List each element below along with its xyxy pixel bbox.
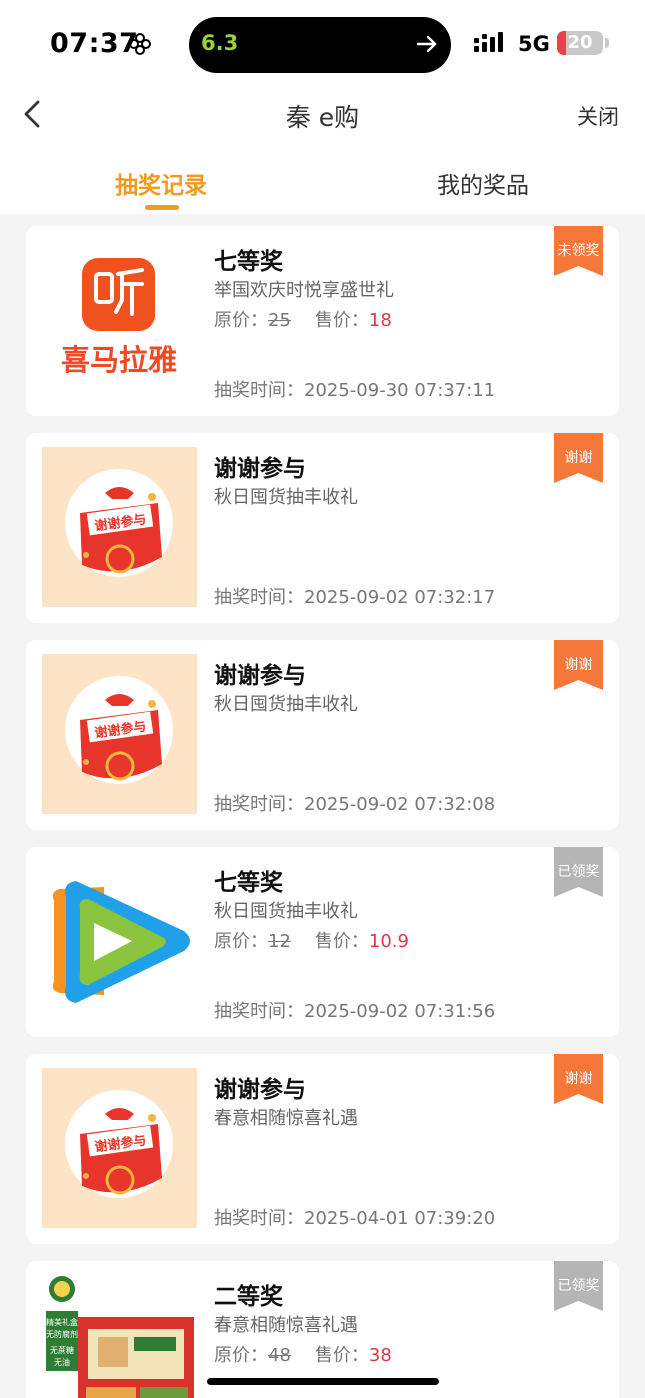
network-type: 5G (518, 32, 550, 56)
thanks-participation-image: 谢谢参与 (42, 1068, 197, 1228)
record-card[interactable]: 谢谢参与 谢谢参与 春意相随惊喜礼遇 抽奖时间：2025-04-01 07:39… (26, 1054, 619, 1244)
prize-name: 谢谢参与 (214, 456, 306, 482)
battery-percent: 20 (567, 32, 593, 53)
ximalaya-logo: 喜马拉雅 (61, 258, 177, 377)
page-title: 秦 e购 (285, 103, 360, 132)
activity-name: 春意相随惊喜礼遇 (214, 1108, 358, 1129)
tab-bar: 抽奖记录 我的奖品 (0, 144, 645, 214)
draw-time-label: 抽奖时间： (214, 380, 304, 401)
prize-name: 谢谢参与 (214, 1077, 306, 1103)
status-badge: 已领奖 (554, 1261, 603, 1311)
status-badge: 已领奖 (554, 847, 603, 897)
arrow-right-icon (416, 35, 437, 53)
battery-icon: 20 (557, 31, 603, 55)
draw-time-label: 抽奖时间： (214, 1001, 304, 1022)
price-row: 原价：48 售价：38 (214, 1341, 392, 1367)
activity-name: 秋日囤货抽丰收礼 (214, 901, 358, 922)
island-text: 6.3 (201, 31, 239, 55)
orig-price-label: 原价： (214, 1345, 268, 1366)
tab-active-indicator (145, 205, 179, 210)
draw-time: 抽奖时间：2025-09-30 07:37:11 (214, 376, 495, 402)
draw-time: 抽奖时间：2025-09-02 07:31:56 (214, 997, 495, 1023)
flower-icon (129, 33, 151, 55)
prize-name: 二等奖 (214, 1284, 283, 1310)
orig-price-label: 原价： (214, 931, 268, 952)
box-text-3: 无蔗糖 (50, 1345, 74, 1355)
thanks-participation-image: 谢谢参与 (42, 654, 197, 814)
tab-my-prizes[interactable]: 我的奖品 (403, 166, 563, 200)
record-card[interactable]: 喜马拉雅 七等奖 举国欢庆时悦享盛世礼 原价：25 售价：18 抽奖时间：2025… (26, 226, 619, 416)
sale-price: 18 (368, 310, 392, 331)
dynamic-island[interactable]: 6.3 (189, 17, 451, 73)
sale-price: 10.9 (368, 931, 409, 952)
draw-time-value: 2025-09-02 07:31:56 (304, 1001, 496, 1022)
battery-cap (605, 38, 609, 48)
sale-price-label: 售价： (314, 931, 369, 952)
activity-name: 秋日囤货抽丰收礼 (214, 694, 358, 715)
record-card[interactable]: 谢谢参与 谢谢参与 秋日囤货抽丰收礼 抽奖时间：2025-09-02 07:32… (26, 433, 619, 623)
draw-time: 抽奖时间：2025-09-02 07:32:17 (214, 583, 495, 609)
draw-time-value: 2025-09-02 07:32:17 (304, 587, 496, 608)
orig-price-label: 原价： (214, 310, 268, 331)
activity-name: 春意相随惊喜礼遇 (214, 1315, 358, 1336)
draw-time-value: 2025-04-01 07:39:20 (304, 1208, 496, 1229)
prize-name: 七等奖 (214, 870, 283, 896)
draw-time-label: 抽奖时间： (214, 794, 304, 815)
tab-draw-records[interactable]: 抽奖记录 (81, 166, 241, 200)
status-time: 07:37 (50, 28, 139, 59)
status-badge: 谢谢 (554, 433, 603, 483)
prize-name: 谢谢参与 (214, 663, 306, 689)
home-indicator[interactable] (207, 1378, 439, 1385)
draw-time-value: 2025-09-30 07:37:11 (304, 380, 496, 401)
record-list[interactable]: 喜马拉雅 七等奖 举国欢庆时悦享盛世礼 原价：25 售价：18 抽奖时间：2025… (0, 214, 645, 1398)
box-text-2: 无防腐剂 (46, 1329, 78, 1339)
nav-bar: 秦 e购 关闭 (0, 86, 645, 144)
sale-price-label: 售价： (314, 1345, 369, 1366)
sale-price: 38 (368, 1345, 392, 1366)
status-bar: 07:37 6.3 5G 20 (0, 0, 645, 86)
status-badge: 谢谢 (554, 640, 603, 690)
activity-name: 秋日囤货抽丰收礼 (214, 487, 358, 508)
prize-name: 七等奖 (214, 249, 283, 275)
original-price: 48 (268, 1345, 291, 1366)
draw-time: 抽奖时间：2025-04-01 07:39:20 (214, 1204, 495, 1230)
status-badge: 未领奖 (554, 226, 603, 276)
draw-time: 抽奖时间：2025-09-02 07:32:08 (214, 790, 495, 816)
tencent-video-logo (52, 881, 190, 1003)
record-card[interactable]: 谢谢参与 谢谢参与 秋日囤货抽丰收礼 抽奖时间：2025-09-02 07:32… (26, 640, 619, 830)
status-badge: 谢谢 (554, 1054, 603, 1104)
thanks-participation-image: 谢谢参与 (42, 447, 197, 607)
price-row: 原价：25 售价：18 (214, 306, 392, 332)
draw-time-label: 抽奖时间： (214, 587, 304, 608)
close-button[interactable]: 关闭 (577, 101, 619, 131)
original-price: 12 (268, 931, 291, 952)
sale-price-label: 售价： (314, 310, 369, 331)
price-row: 原价：12 售价：10.9 (214, 927, 409, 953)
signal-icon (474, 32, 503, 52)
activity-name: 举国欢庆时悦享盛世礼 (214, 280, 394, 301)
record-card[interactable]: 七等奖 秋日囤货抽丰收礼 原价：12 售价：10.9 抽奖时间：2025-09-0… (26, 847, 619, 1037)
box-text-1: 精美礼盒 (46, 1317, 78, 1327)
ximalaya-logo-text: 喜马拉雅 (61, 343, 177, 377)
draw-time-label: 抽奖时间： (214, 1208, 304, 1229)
tofu-gift-box-image: 精美礼盒 无防腐剂 无蔗糖 无油 (42, 1275, 197, 1398)
box-text-4: 无油 (54, 1357, 70, 1367)
draw-time-value: 2025-09-02 07:32:08 (304, 794, 496, 815)
original-price: 25 (268, 310, 291, 331)
